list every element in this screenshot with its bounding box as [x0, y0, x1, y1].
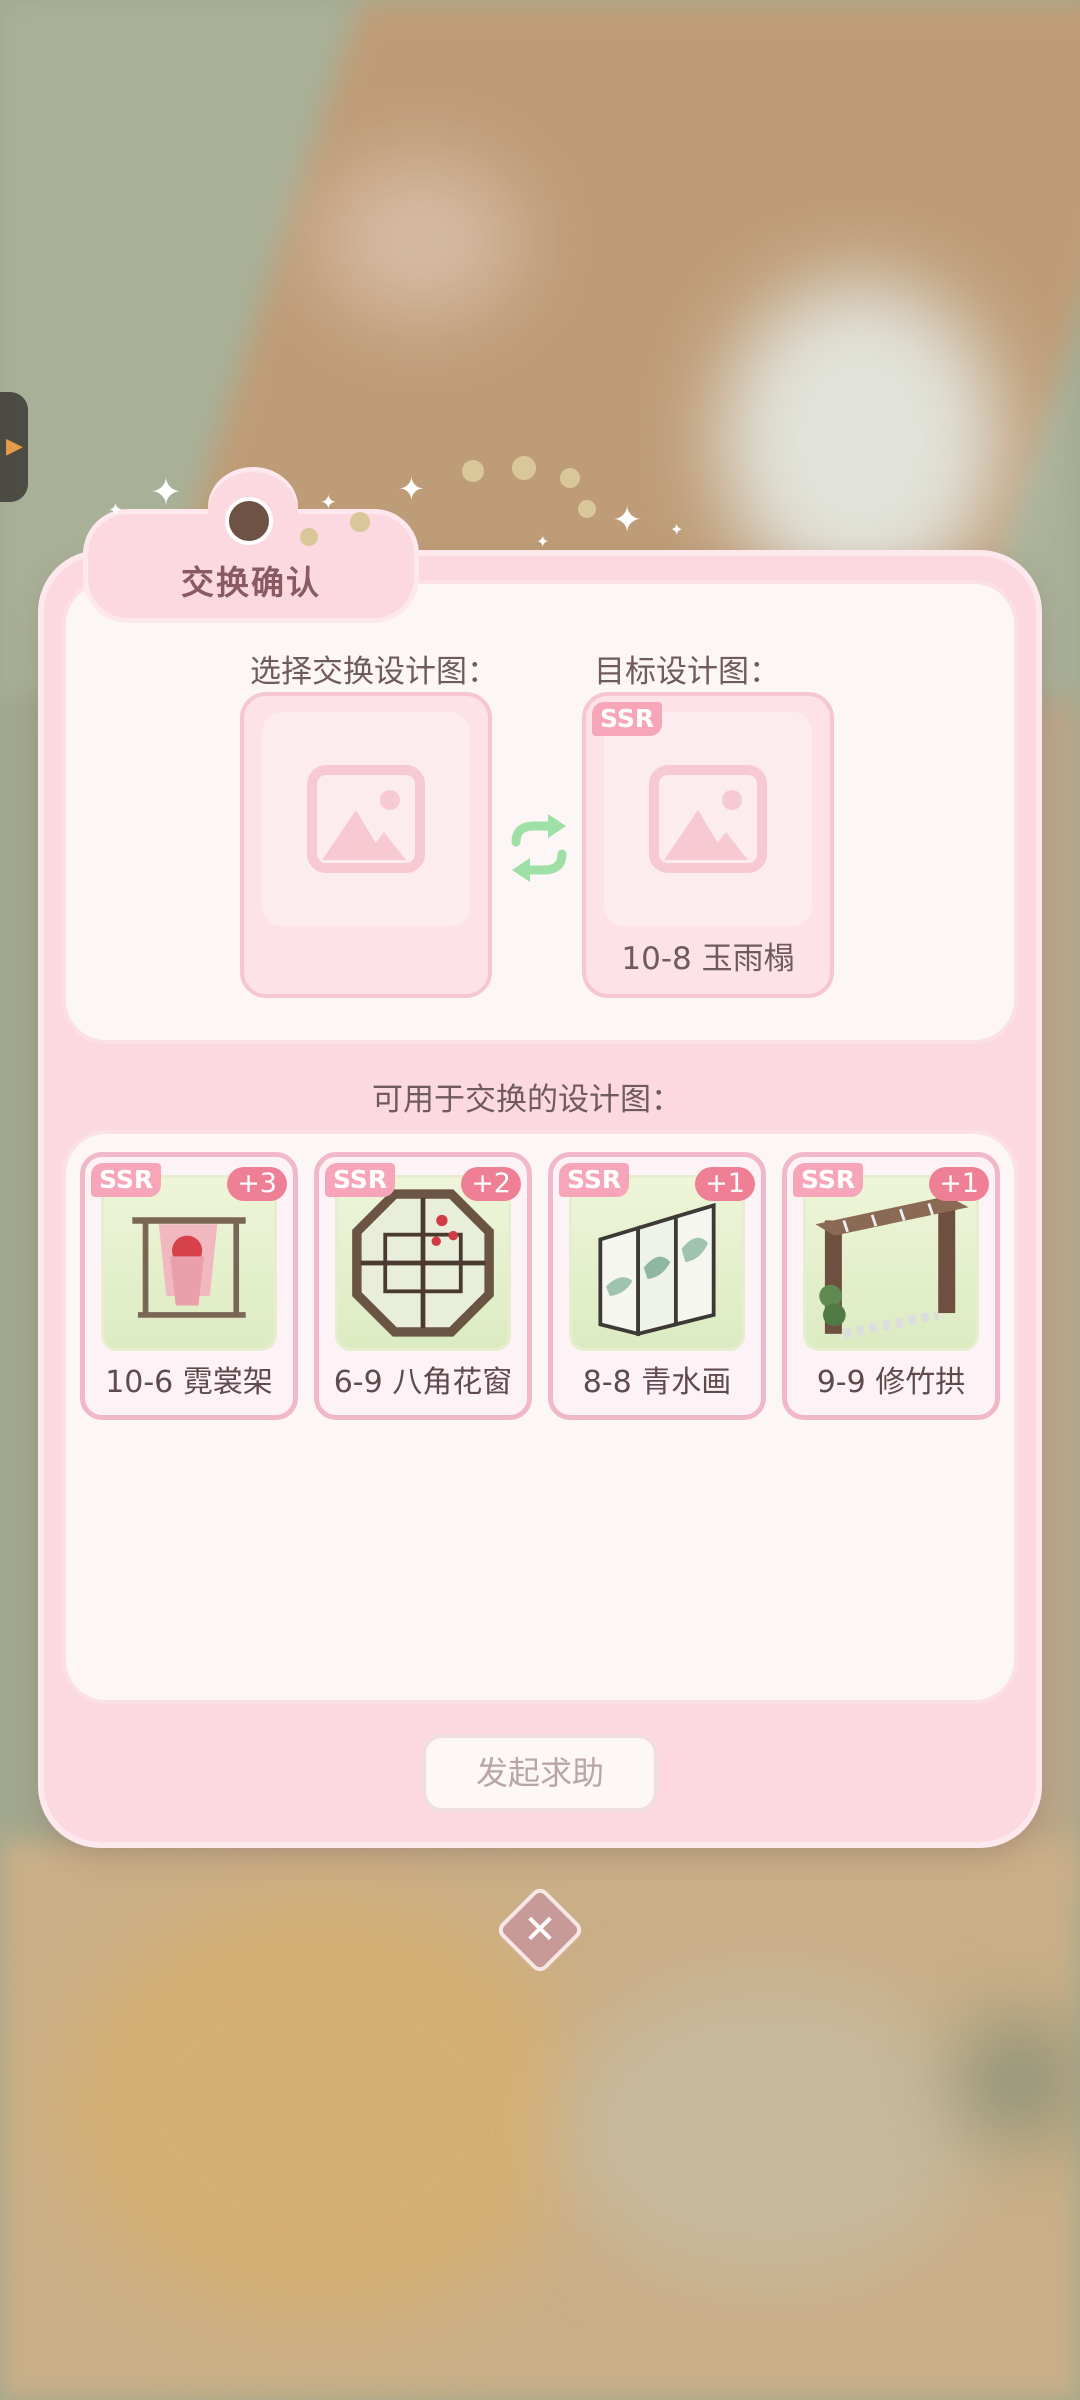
design-item-card[interactable]: SSR +1 8-8 青水画 — [548, 1152, 766, 1420]
quantity-badge: +1 — [695, 1167, 755, 1201]
target-design-label: 目标设计图： — [594, 654, 780, 690]
avatar-icon — [225, 497, 273, 545]
rarity-badge: SSR — [793, 1163, 864, 1197]
rarity-badge: SSR — [91, 1163, 162, 1197]
sparkle-icon: ✦ — [670, 520, 684, 539]
design-item-card[interactable]: SSR +1 9-9 修竹拱 — [782, 1152, 1000, 1420]
quantity-badge: +3 — [227, 1167, 287, 1201]
quantity-badge: +1 — [929, 1167, 989, 1201]
dialog-title: 交换确认 — [181, 563, 321, 602]
sparkle-icon: ✦ — [108, 500, 124, 521]
sparkle-icon: ✦ — [398, 470, 425, 508]
sparkle-icon: ✦ — [612, 500, 643, 541]
bead-decoration — [512, 456, 536, 480]
design-item-card[interactable]: SSR +3 10-6 霓裳架 — [80, 1152, 298, 1420]
rarity-badge: SSR — [592, 702, 663, 736]
quantity-badge: +2 — [461, 1167, 521, 1201]
folding-screen-icon — [598, 1202, 716, 1337]
side-drawer-tab[interactable]: ▶ — [0, 392, 28, 502]
bamboo-arch-icon — [815, 1195, 969, 1339]
sparkle-icon: ✦ — [320, 490, 337, 514]
chevron-right-icon: ▶ — [6, 434, 23, 459]
design-item-name: 10-6 霓裳架 — [105, 1365, 273, 1400]
select-design-label: 选择交换设计图： — [250, 654, 498, 690]
octagon-window-icon — [352, 1189, 494, 1337]
rarity-badge: SSR — [325, 1163, 396, 1197]
bead-decoration — [560, 468, 580, 488]
bead-decoration — [300, 528, 318, 546]
bead-decoration — [578, 500, 596, 518]
rarity-badge: SSR — [559, 1163, 630, 1197]
design-item-card[interactable]: SSR +2 6-9 八角花窗 — [314, 1152, 532, 1420]
sparkle-icon: ✦ — [536, 532, 550, 551]
target-item-name: 10-8 玉雨榻 — [621, 941, 795, 977]
close-icon[interactable]: ✕ — [508, 1898, 572, 1962]
design-item-name: 9-9 修竹拱 — [816, 1365, 966, 1400]
target-design-slot[interactable]: SSR 10-8 玉雨榻 — [582, 692, 834, 998]
sparkle-icon: ✦ — [150, 470, 182, 514]
design-item-name: 6-9 八角花窗 — [333, 1365, 513, 1400]
select-design-slot[interactable] — [240, 692, 492, 998]
design-item-name: 8-8 青水画 — [582, 1365, 732, 1400]
bead-decoration — [350, 512, 370, 532]
image-placeholder-icon — [307, 765, 425, 873]
available-designs-label: 可用于交换的设计图： — [372, 1082, 682, 1118]
swap-arrows-icon — [511, 814, 567, 882]
request-help-button[interactable]: 发起求助 — [422, 1734, 658, 1812]
image-placeholder-icon — [649, 765, 767, 873]
clothes-rack-icon — [132, 1217, 246, 1318]
bead-decoration — [462, 460, 484, 482]
